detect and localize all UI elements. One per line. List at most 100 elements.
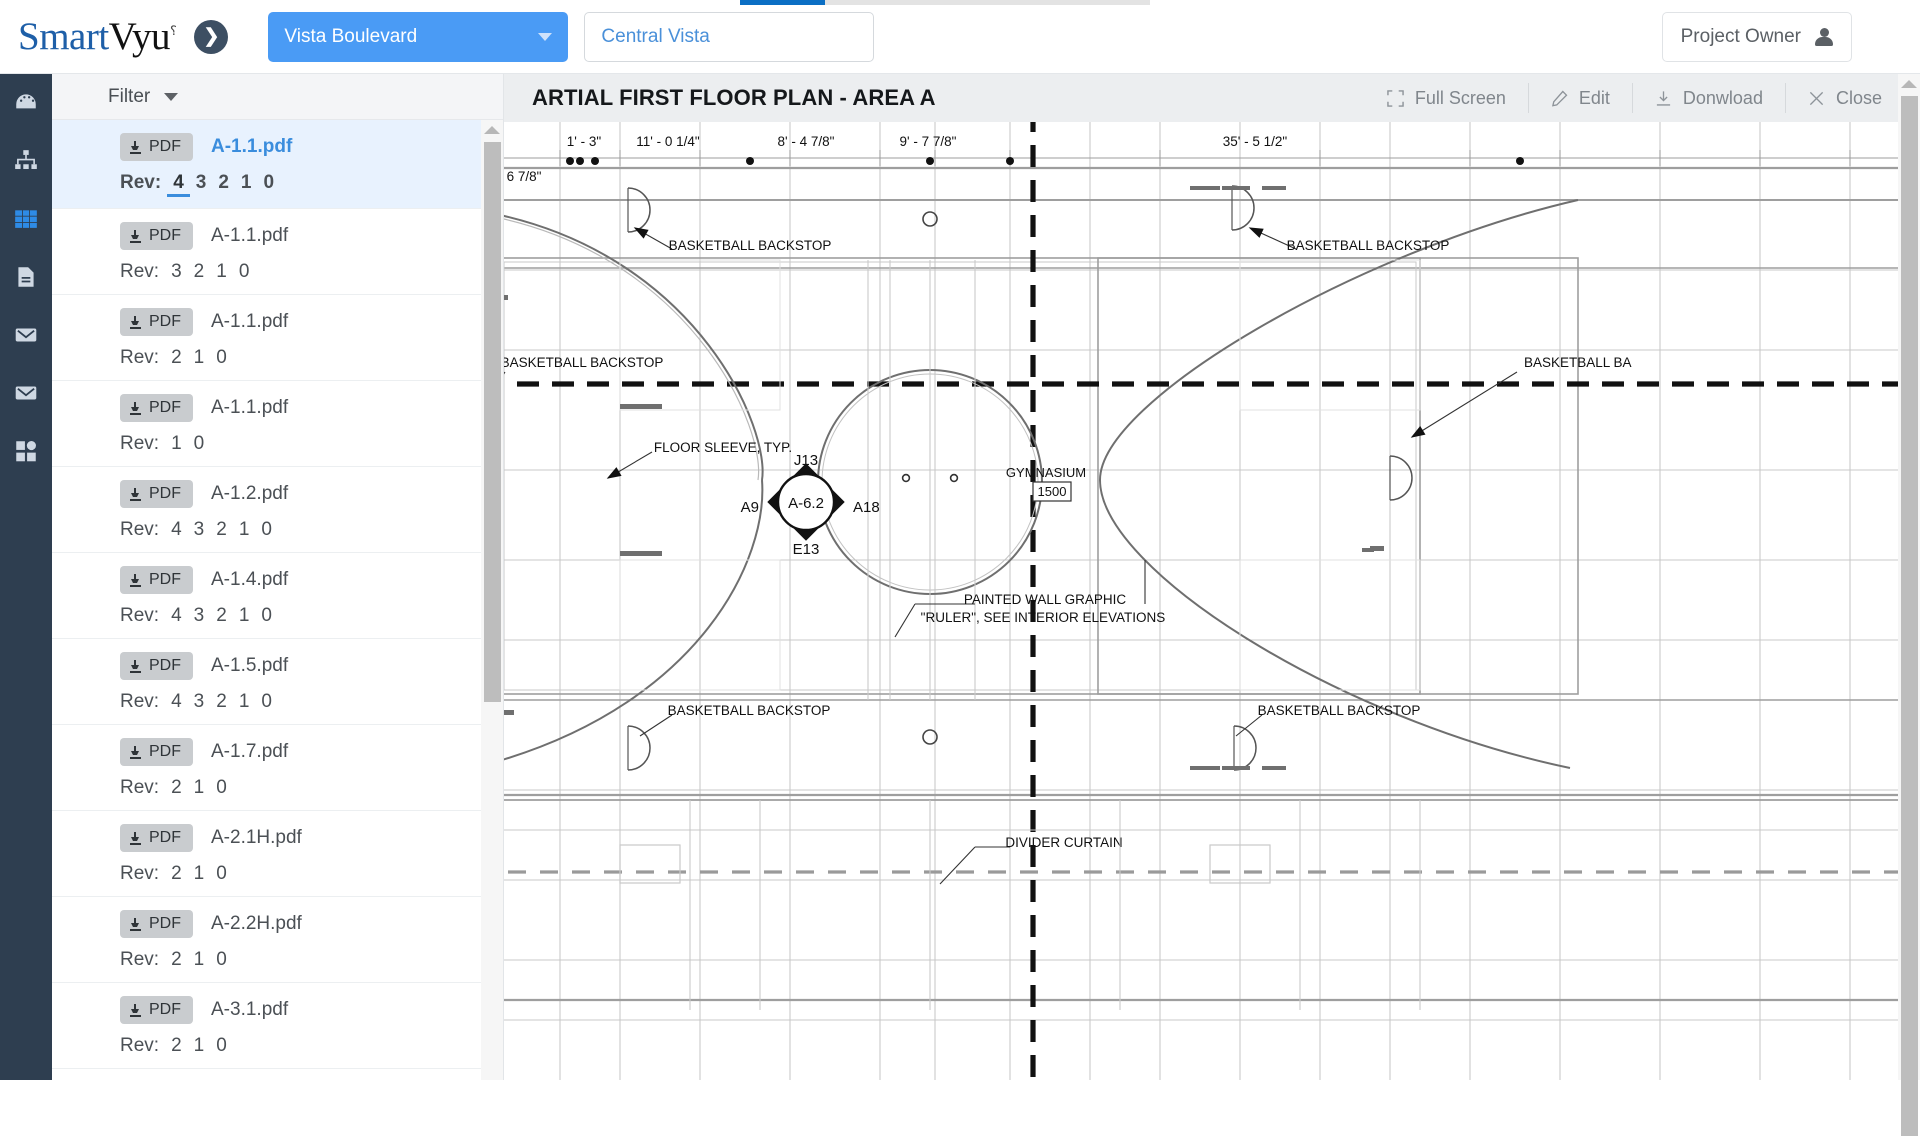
chevron-right-icon[interactable]: ❯ — [194, 20, 228, 54]
download-pdf-button[interactable]: PDF — [120, 566, 193, 594]
file-name[interactable]: A-1.1.pdf — [211, 225, 288, 247]
sidebar-item-reports[interactable] — [0, 248, 52, 306]
revision-item[interactable]: 1 — [210, 261, 233, 283]
file-name[interactable]: A-1.1.pdf — [211, 397, 288, 419]
file-name[interactable]: A-2.2H.pdf — [211, 913, 302, 935]
revision-item[interactable]: 4 — [165, 691, 188, 713]
edit-button[interactable]: Edit — [1529, 83, 1633, 113]
revision-item[interactable]: 0 — [233, 261, 256, 283]
filter-dropdown[interactable]: Filter — [52, 74, 503, 120]
scroll-up-arrow-icon[interactable] — [484, 126, 500, 134]
project-selector[interactable]: Vista Boulevard — [268, 12, 568, 62]
revision-item[interactable]: 0 — [210, 777, 233, 799]
list-item[interactable]: PDFA-1.1.pdfRev:3210 — [52, 209, 503, 295]
list-item[interactable]: PDFA-1.4.pdfRev:43210 — [52, 553, 503, 639]
scrollbar-thumb[interactable] — [484, 142, 501, 702]
list-item[interactable]: PDFA-1.1.pdfRev:10 — [52, 381, 503, 467]
revision-item[interactable]: 1 — [188, 777, 211, 799]
revision-item[interactable]: 2 — [188, 261, 211, 283]
pdf-label: PDF — [149, 1001, 181, 1019]
sidebar-item-dashboard[interactable] — [0, 74, 52, 132]
file-name[interactable]: A-1.4.pdf — [211, 569, 288, 591]
revision-item[interactable]: 2 — [210, 519, 233, 541]
revision-item[interactable]: 0 — [210, 1035, 233, 1057]
list-item[interactable]: PDFA-1.1.pdfRev:43210 — [52, 120, 503, 209]
revision-item[interactable]: 0 — [255, 691, 278, 713]
revision-item[interactable]: 4 — [165, 605, 188, 627]
revision-item[interactable]: 2 — [165, 863, 188, 885]
list-item[interactable]: PDFA-3.1.pdfRev:210 — [52, 983, 503, 1069]
revision-item[interactable]: 2 — [165, 777, 188, 799]
revision-item[interactable]: 0 — [255, 605, 278, 627]
revision-item[interactable]: 1 — [233, 605, 256, 627]
area-selector[interactable]: Central Vista — [584, 12, 874, 62]
download-pdf-button[interactable]: PDF — [120, 996, 193, 1024]
download-pdf-button[interactable]: PDF — [120, 910, 193, 938]
scrollbar-thumb[interactable] — [1901, 96, 1918, 1136]
list-item[interactable]: PDFA-1.2.pdfRev:43210 — [52, 467, 503, 553]
file-name[interactable]: A-2.1H.pdf — [211, 827, 302, 849]
download-pdf-button[interactable]: PDF — [120, 394, 193, 422]
revision-item[interactable]: 1 — [165, 433, 188, 455]
download-pdf-button[interactable]: PDF — [120, 738, 193, 766]
viewer-scrollbar[interactable] — [1898, 74, 1920, 1080]
revision-item[interactable]: 1 — [233, 519, 256, 541]
revision-item[interactable]: 2 — [212, 172, 235, 194]
download-pdf-button[interactable]: PDF — [120, 222, 193, 250]
file-name[interactable]: A-1.5.pdf — [211, 655, 288, 677]
revision-item[interactable]: 3 — [188, 519, 211, 541]
revision-item[interactable]: 3 — [190, 172, 213, 194]
revision-item[interactable]: 1 — [188, 347, 211, 369]
list-item[interactable]: PDFA-1.7.pdfRev:210 — [52, 725, 503, 811]
revision-item[interactable]: 0 — [210, 863, 233, 885]
revision-item[interactable]: 0 — [210, 949, 233, 971]
file-name[interactable]: A-3.1.pdf — [211, 999, 288, 1021]
sidebar-item-inbox[interactable] — [0, 306, 52, 364]
revision-item[interactable]: 2 — [165, 1035, 188, 1057]
sidebar-item-documents-grid[interactable] — [0, 190, 52, 248]
annotation-label: BASKETBALL BACKSTOP — [669, 238, 832, 253]
download-pdf-button[interactable]: PDF — [120, 824, 193, 852]
blueprint-canvas[interactable]: 1500GYMNASIUMA-6.2J13A9A18E131' - 3"11' … — [504, 122, 1898, 1080]
revision-item[interactable]: 2 — [210, 605, 233, 627]
download-pdf-button[interactable]: PDF — [120, 308, 193, 336]
revision-item[interactable]: 1 — [188, 1035, 211, 1057]
list-item[interactable]: PDFA-1.5.pdfRev:43210 — [52, 639, 503, 725]
file-list[interactable]: PDFA-1.1.pdfRev:43210PDFA-1.1.pdfRev:321… — [52, 120, 503, 1080]
revision-item[interactable]: 1 — [235, 172, 258, 194]
revision-item[interactable]: 0 — [188, 433, 211, 455]
list-item[interactable]: PDFA-2.2H.pdfRev:210 — [52, 897, 503, 983]
list-item[interactable]: PDFA-1.1.pdfRev:210 — [52, 295, 503, 381]
download-button[interactable]: Donwload — [1633, 83, 1786, 113]
list-item[interactable]: PDFA-2.1H.pdfRev:210 — [52, 811, 503, 897]
revision-item[interactable]: 2 — [165, 949, 188, 971]
revision-item[interactable]: 0 — [258, 172, 281, 194]
file-list-scrollbar[interactable] — [481, 120, 503, 1080]
revision-item[interactable]: 0 — [210, 347, 233, 369]
revision-item[interactable]: 1 — [188, 949, 211, 971]
file-name[interactable]: A-1.1.pdf — [211, 136, 292, 158]
revision-item[interactable]: 4 — [165, 519, 188, 541]
download-pdf-button[interactable]: PDF — [120, 480, 193, 508]
revision-item[interactable]: 2 — [210, 691, 233, 713]
download-pdf-button[interactable]: PDF — [120, 133, 193, 161]
revision-item[interactable]: 1 — [188, 863, 211, 885]
project-owner-button[interactable]: Project Owner — [1662, 12, 1852, 62]
revision-item[interactable]: 4 — [167, 172, 190, 197]
file-name[interactable]: A-1.2.pdf — [211, 483, 288, 505]
file-name[interactable]: A-1.1.pdf — [211, 311, 288, 333]
revision-item[interactable]: 0 — [255, 519, 278, 541]
revision-item[interactable]: 3 — [165, 261, 188, 283]
full-screen-button[interactable]: Full Screen — [1365, 83, 1529, 113]
revision-item[interactable]: 1 — [233, 691, 256, 713]
revision-item[interactable]: 2 — [165, 347, 188, 369]
revision-item[interactable]: 3 — [188, 691, 211, 713]
sidebar-item-apps[interactable] — [0, 422, 52, 480]
scroll-up-arrow-icon[interactable] — [1901, 80, 1917, 88]
revision-item[interactable]: 3 — [188, 605, 211, 627]
download-pdf-button[interactable]: PDF — [120, 652, 193, 680]
sidebar-item-messages[interactable] — [0, 364, 52, 422]
annotation-label: BASKETBALL BACKSTOP — [1258, 703, 1421, 718]
sidebar-item-org-chart[interactable] — [0, 132, 52, 190]
file-name[interactable]: A-1.7.pdf — [211, 741, 288, 763]
